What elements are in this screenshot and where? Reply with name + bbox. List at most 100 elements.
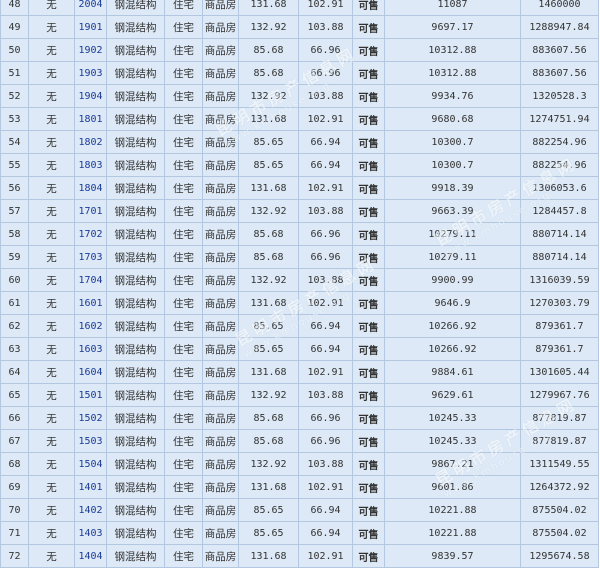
cell-inner-area: 66.94 — [298, 498, 353, 522]
cell-house-type: 商品房 — [202, 383, 239, 407]
room-link[interactable]: 1803 — [78, 160, 102, 171]
table-row: 54 无 1802 钢混结构 住宅 商品房 85.65 66.94 可售 10300.7 88225… — [0, 130, 599, 154]
cell-house-type: 商品房 — [202, 176, 239, 200]
cell-presale: 无 — [28, 452, 75, 476]
cell-total-price: 879361.7 — [520, 314, 599, 338]
cell-unit-price: 9934.76 — [384, 84, 521, 108]
cell-unit-price: 9601.86 — [384, 475, 521, 499]
cell-structure: 钢混结构 — [106, 199, 165, 223]
cell-house-type: 商品房 — [202, 153, 239, 177]
cell-presale: 无 — [28, 0, 75, 16]
cell-usage: 住宅 — [164, 176, 203, 200]
room-link[interactable]: 1702 — [78, 229, 102, 240]
table-row: 70 无 1402 钢混结构 住宅 商品房 85.65 66.94 可售 10221.88 8755… — [0, 498, 599, 522]
cell-inner-area: 66.94 — [298, 314, 353, 338]
table-row: 49 无 1901 钢混结构 住宅 商品房 132.92 103.88 可售 9697.17 128… — [0, 15, 599, 39]
cell-status: 可售 — [352, 498, 385, 522]
cell-unit-price: 10279.11 — [384, 222, 521, 246]
cell-total-price: 1279967.76 — [520, 383, 599, 407]
cell-usage: 住宅 — [164, 38, 203, 62]
cell-room-no: 1904 — [74, 84, 107, 108]
cell-structure: 钢混结构 — [106, 337, 165, 361]
table-row: 53 无 1801 钢混结构 住宅 商品房 131.68 102.91 可售 9680.68 127… — [0, 107, 599, 131]
room-link[interactable]: 1503 — [78, 436, 102, 447]
cell-presale: 无 — [28, 475, 75, 499]
table-row: 51 无 1903 钢混结构 住宅 商品房 85.68 66.96 可售 10312.88 8836… — [0, 61, 599, 85]
cell-build-area: 85.65 — [238, 153, 299, 177]
room-link[interactable]: 1601 — [78, 298, 102, 309]
cell-total-price: 883607.56 — [520, 61, 599, 85]
cell-total-price: 1295674.58 — [520, 544, 599, 568]
cell-status: 可售 — [352, 176, 385, 200]
cell-inner-area: 102.91 — [298, 176, 353, 200]
cell-status: 可售 — [352, 291, 385, 315]
cell-inner-area: 66.96 — [298, 61, 353, 85]
room-link[interactable]: 1404 — [78, 551, 102, 562]
cell-house-type: 商品房 — [202, 452, 239, 476]
room-link[interactable]: 1901 — [78, 22, 102, 33]
room-link[interactable]: 1603 — [78, 344, 102, 355]
cell-inner-area: 66.96 — [298, 245, 353, 269]
cell-index: 58 — [0, 222, 29, 246]
room-link[interactable]: 1403 — [78, 528, 102, 539]
room-link[interactable]: 1701 — [78, 206, 102, 217]
cell-index: 56 — [0, 176, 29, 200]
room-link[interactable]: 1402 — [78, 505, 102, 516]
cell-room-no: 1602 — [74, 314, 107, 338]
cell-inner-area: 103.88 — [298, 84, 353, 108]
room-link[interactable]: 1504 — [78, 459, 102, 470]
room-link[interactable]: 1602 — [78, 321, 102, 332]
cell-inner-area: 102.91 — [298, 360, 353, 384]
cell-status: 可售 — [352, 15, 385, 39]
room-link[interactable]: 1903 — [78, 68, 102, 79]
room-link[interactable]: 1401 — [78, 482, 102, 493]
cell-index: 64 — [0, 360, 29, 384]
room-link[interactable]: 2004 — [78, 0, 102, 10]
room-link[interactable]: 1804 — [78, 183, 102, 194]
cell-structure: 钢混结构 — [106, 153, 165, 177]
room-link[interactable]: 1902 — [78, 45, 102, 56]
cell-index: 68 — [0, 452, 29, 476]
table-row: 50 无 1902 钢混结构 住宅 商品房 85.68 66.96 可售 10312.88 8836… — [0, 38, 599, 62]
cell-room-no: 1703 — [74, 245, 107, 269]
cell-inner-area: 102.91 — [298, 291, 353, 315]
room-link[interactable]: 1904 — [78, 91, 102, 102]
cell-room-no: 1702 — [74, 222, 107, 246]
cell-inner-area: 103.88 — [298, 452, 353, 476]
table-row: 65 无 1501 钢混结构 住宅 商品房 132.92 103.88 可售 9629.61 127… — [0, 383, 599, 407]
table-row: 60 无 1704 钢混结构 住宅 商品房 132.92 103.88 可售 9900.99 131… — [0, 268, 599, 292]
cell-unit-price: 9839.57 — [384, 544, 521, 568]
room-link[interactable]: 1801 — [78, 114, 102, 125]
cell-usage: 住宅 — [164, 498, 203, 522]
room-link[interactable]: 1502 — [78, 413, 102, 424]
room-link[interactable]: 1802 — [78, 137, 102, 148]
room-link[interactable]: 1704 — [78, 275, 102, 286]
room-link[interactable]: 1703 — [78, 252, 102, 263]
cell-usage: 住宅 — [164, 130, 203, 154]
table-row: 59 无 1703 钢混结构 住宅 商品房 85.68 66.96 可售 10279.11 8807… — [0, 245, 599, 269]
cell-total-price: 879361.7 — [520, 337, 599, 361]
cell-usage: 住宅 — [164, 406, 203, 430]
cell-status: 可售 — [352, 452, 385, 476]
cell-inner-area: 102.91 — [298, 0, 353, 16]
cell-presale: 无 — [28, 84, 75, 108]
cell-unit-price: 10221.88 — [384, 498, 521, 522]
cell-presale: 无 — [28, 107, 75, 131]
cell-index: 57 — [0, 199, 29, 223]
room-link[interactable]: 1604 — [78, 367, 102, 378]
cell-status: 可售 — [352, 429, 385, 453]
cell-usage: 住宅 — [164, 0, 203, 16]
cell-build-area: 85.68 — [238, 38, 299, 62]
table-row: 66 无 1502 钢混结构 住宅 商品房 85.68 66.96 可售 10245.33 8778… — [0, 406, 599, 430]
cell-room-no: 1601 — [74, 291, 107, 315]
cell-index: 71 — [0, 521, 29, 545]
cell-index: 65 — [0, 383, 29, 407]
room-link[interactable]: 1501 — [78, 390, 102, 401]
cell-total-price: 1264372.92 — [520, 475, 599, 499]
table-row: 52 无 1904 钢混结构 住宅 商品房 132.92 103.88 可售 9934.76 132… — [0, 84, 599, 108]
table-row: 61 无 1601 钢混结构 住宅 商品房 131.68 102.91 可售 9646.9 1270… — [0, 291, 599, 315]
cell-house-type: 商品房 — [202, 498, 239, 522]
cell-structure: 钢混结构 — [106, 107, 165, 131]
cell-presale: 无 — [28, 498, 75, 522]
cell-house-type: 商品房 — [202, 245, 239, 269]
